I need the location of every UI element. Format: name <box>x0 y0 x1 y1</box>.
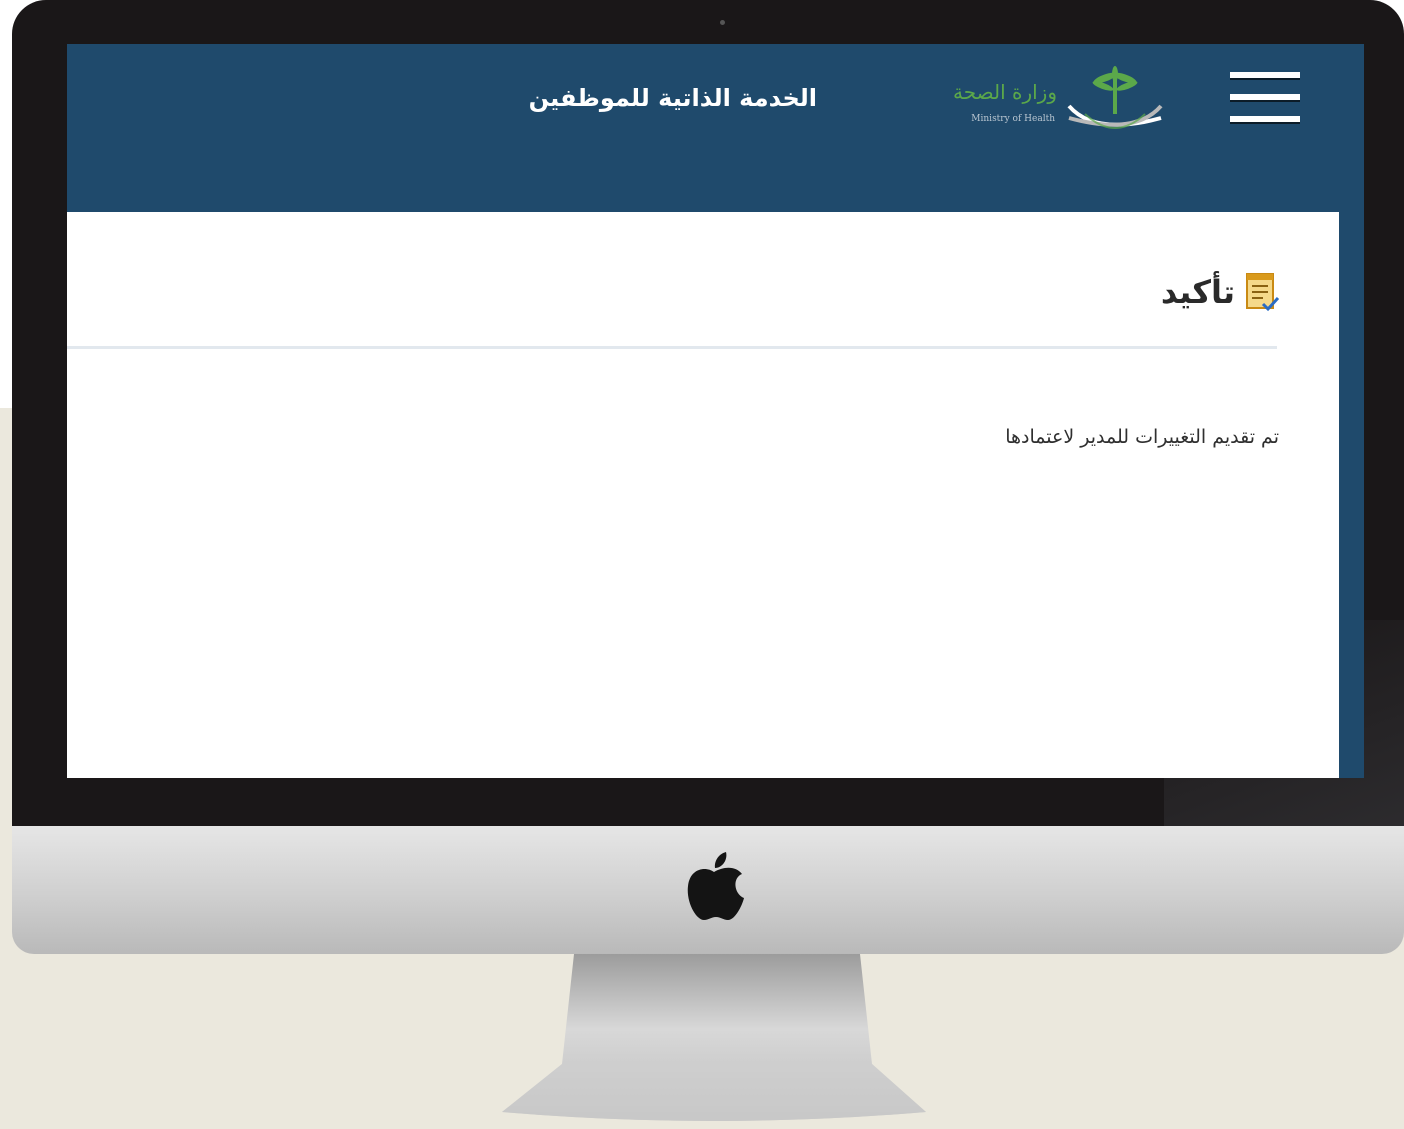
confirmation-heading: تأكيد <box>1161 272 1279 312</box>
ministry-logo[interactable]: وزارة الصحة Ministry of Health <box>915 66 1167 140</box>
page-title: تأكيد <box>1160 273 1235 311</box>
hamburger-line <box>1230 116 1300 122</box>
heading-divider <box>67 346 1277 349</box>
monitor-stand <box>502 954 926 1121</box>
palm-and-swords-emblem-icon <box>1067 66 1163 129</box>
app-title: الخدمة الذاتية للموظفين <box>528 84 817 112</box>
logo-text-arabic: وزارة الصحة <box>953 80 1057 104</box>
screen: الخدمة الذاتية للموظفين وزارة الصحة Mini… <box>67 44 1364 778</box>
document-check-icon <box>1246 273 1279 312</box>
camera-dot <box>720 20 725 25</box>
hamburger-menu-button[interactable] <box>1227 70 1303 128</box>
apple-logo-icon <box>687 852 744 920</box>
hamburger-line <box>1230 94 1300 100</box>
confirmation-message: تم تقديم التغييرات للمدير لاعتمادها <box>1005 426 1279 448</box>
content-panel: تأكيد تم تقديم التغييرات للمدير لاعتماده… <box>67 212 1339 778</box>
hamburger-menu-icon <box>1230 72 1300 78</box>
logo-text-english: Ministry of Health <box>971 114 1055 124</box>
app-header: الخدمة الذاتية للموظفين وزارة الصحة Mini… <box>67 44 1364 212</box>
